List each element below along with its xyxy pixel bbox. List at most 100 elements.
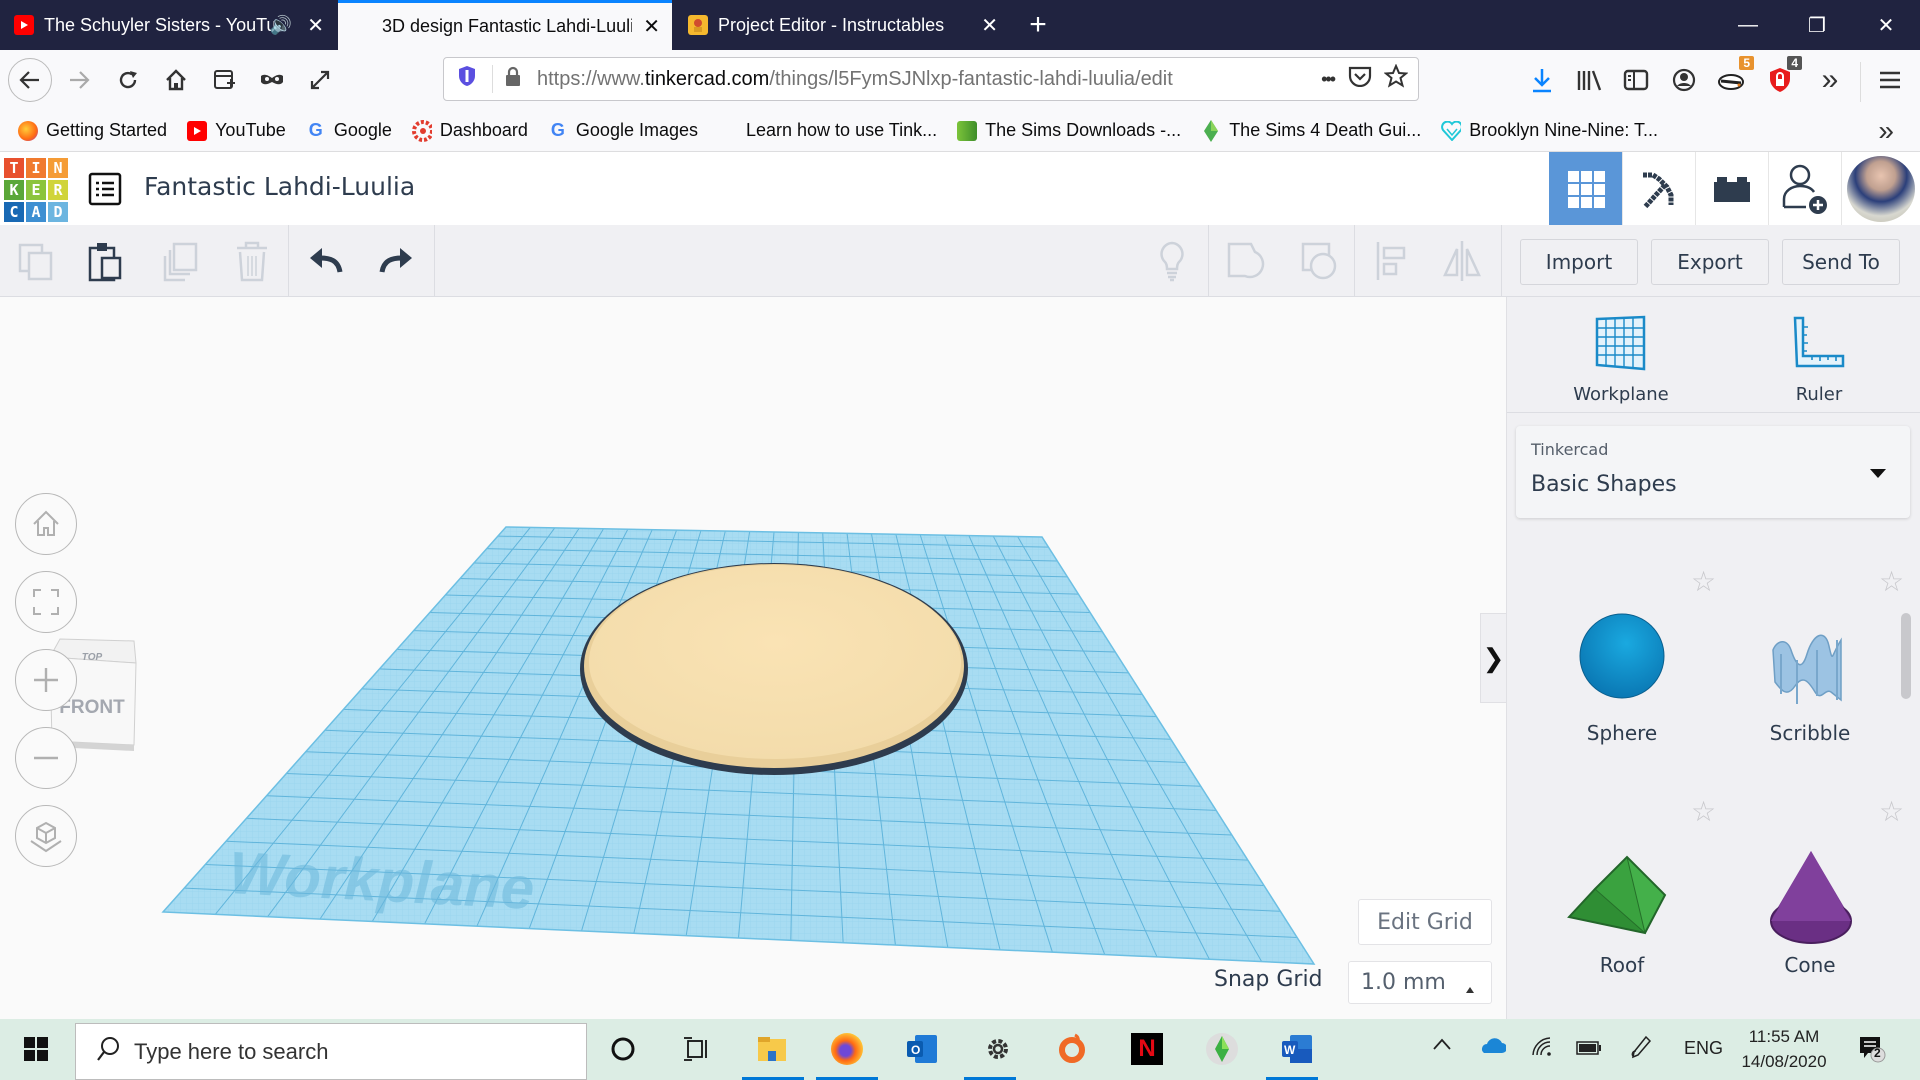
outlook-button[interactable]: O (902, 1029, 942, 1069)
3d-design-view-button[interactable] (1549, 152, 1622, 225)
close-window-button[interactable]: ✕ (1851, 0, 1920, 50)
settings-button[interactable] (978, 1029, 1018, 1069)
back-button[interactable] (8, 58, 52, 102)
speaker-icon[interactable]: 🔊 (270, 15, 292, 36)
favorite-star-icon[interactable]: ☆ (1879, 565, 1904, 598)
language-indicator[interactable]: ENG (1684, 1038, 1723, 1059)
panel-scrollbar[interactable] (1901, 613, 1911, 699)
design-list-button[interactable] (88, 172, 122, 206)
import-button[interactable]: Import (1520, 239, 1638, 285)
zoom-in-button[interactable] (15, 649, 77, 711)
user-avatar[interactable] (1841, 152, 1920, 225)
send-to-button[interactable]: Send To (1782, 239, 1900, 285)
cylinder-disc-object[interactable] (580, 563, 968, 775)
pocket-icon[interactable] (1348, 65, 1372, 93)
library-button[interactable] (1567, 58, 1611, 102)
task-view-button[interactable] (676, 1029, 716, 1069)
duplicate-button[interactable] (156, 237, 204, 285)
home-button[interactable] (154, 58, 198, 102)
redo-button[interactable] (372, 237, 420, 285)
downloads-button[interactable] (1520, 58, 1564, 102)
bookmark-star-icon[interactable] (1383, 63, 1409, 94)
word-button[interactable]: W (1277, 1029, 1317, 1069)
new-tab-button[interactable]: + (1010, 0, 1066, 50)
paste-button[interactable] (82, 237, 130, 285)
shape-scribble[interactable]: ☆ Scribble (1755, 566, 1915, 785)
export-button[interactable]: Export (1651, 239, 1769, 285)
origin-button[interactable] (1052, 1029, 1092, 1069)
home-view-button[interactable] (15, 493, 77, 555)
shape-roof[interactable]: ☆ Roof (1567, 796, 1727, 1015)
overflow-menu-button[interactable]: » (1808, 58, 1852, 102)
collapse-panel-button[interactable]: ❯ (1480, 613, 1506, 703)
perspective-toggle-button[interactable] (15, 805, 77, 867)
show-hidden-icons-button[interactable] (1432, 1035, 1452, 1056)
hamburger-menu-button[interactable] (1868, 58, 1912, 102)
wifi-icon[interactable] (1530, 1035, 1552, 1062)
battery-icon[interactable] (1576, 1039, 1602, 1060)
3d-viewport[interactable]: Workplane TOP FRONT ❯ Edit Grid Snap Gri… (0, 297, 1506, 1019)
bookmark-learn-tinkercad[interactable]: Learn how to use Tink... (718, 120, 937, 141)
shape-sphere[interactable]: ☆ Sphere (1567, 566, 1727, 785)
design-title[interactable]: Fantastic Lahdi-Luulia (144, 172, 415, 201)
minimize-button[interactable]: — (1713, 0, 1783, 50)
snap-grid-select[interactable]: 1.0 mm (1348, 961, 1492, 1004)
url-text[interactable]: https://www.tinkercad.com/things/l5FymSJ… (537, 68, 1173, 91)
workplane-scene[interactable]: Workplane (0, 297, 1506, 1019)
bookmark-google[interactable]: G Google (306, 120, 392, 141)
align-button[interactable] (1368, 237, 1416, 285)
favorite-star-icon[interactable]: ☆ (1691, 565, 1716, 598)
page-actions-button[interactable]: ••• (1321, 69, 1336, 90)
cortana-button[interactable] (603, 1029, 643, 1069)
firefox-taskbar-button[interactable] (827, 1029, 867, 1069)
close-tab-icon[interactable]: ✕ (643, 14, 660, 39)
restore-button[interactable]: ❐ (1782, 0, 1852, 50)
ublock-button[interactable]: 4 (1758, 56, 1802, 102)
private-browsing-button[interactable] (250, 58, 294, 102)
tinkercad-logo[interactable]: TINKERCAD (3, 157, 69, 223)
tab-tinkercad[interactable]: 3D design Fantastic Lahdi-Luuli ✕ (338, 0, 672, 50)
sidebar-button[interactable] (1614, 58, 1658, 102)
undo-button[interactable] (302, 237, 350, 285)
workplane-tool[interactable]: Workplane (1563, 315, 1679, 405)
mirror-button[interactable] (1438, 237, 1486, 285)
blocks-view-button[interactable] (1622, 152, 1695, 225)
favorite-star-icon[interactable]: ☆ (1691, 795, 1716, 828)
bookmarks-overflow-button[interactable]: » (1878, 115, 1894, 147)
fit-view-button[interactable] (15, 571, 77, 633)
close-tab-icon[interactable]: ✕ (307, 13, 324, 38)
bookmark-getting-started[interactable]: Getting Started (18, 120, 167, 141)
forward-button[interactable] (57, 58, 101, 102)
bookmark-brooklyn-nine-nine[interactable]: Brooklyn Nine-Nine: T... (1441, 120, 1658, 141)
notes-button[interactable] (1148, 237, 1196, 285)
onedrive-icon[interactable] (1478, 1037, 1507, 1060)
bookmark-sims4-death-guide[interactable]: The Sims 4 Death Gui... (1201, 119, 1421, 142)
reload-button[interactable] (106, 58, 150, 102)
taskbar-search-box[interactable]: Type here to search (75, 1023, 587, 1080)
copy-button[interactable] (12, 237, 60, 285)
new-container-tab-button[interactable] (202, 58, 246, 102)
bookmark-google-images[interactable]: G Google Images (548, 120, 698, 141)
close-tab-icon[interactable]: ✕ (981, 13, 998, 38)
sims-button[interactable] (1202, 1029, 1242, 1069)
invite-user-button[interactable] (1768, 152, 1841, 225)
ungroup-button[interactable] (1296, 237, 1344, 285)
start-button[interactable] (16, 1029, 56, 1069)
netflix-button[interactable]: N (1127, 1029, 1167, 1069)
shape-library-select[interactable]: Tinkercad Basic Shapes (1516, 426, 1910, 518)
action-center-button[interactable]: 2 (1858, 1035, 1886, 1068)
group-button[interactable] (1222, 237, 1270, 285)
favorite-star-icon[interactable]: ☆ (1879, 795, 1904, 828)
account-button[interactable] (1662, 58, 1706, 102)
shape-cone[interactable]: ☆ Cone (1755, 796, 1915, 1015)
fullscreen-button[interactable] (298, 58, 342, 102)
privacy-badger-button[interactable]: 5 (1710, 56, 1754, 102)
ruler-tool[interactable]: Ruler (1761, 315, 1877, 405)
bookmark-sims-downloads[interactable]: The Sims Downloads -... (957, 120, 1181, 141)
clock[interactable]: 11:55 AM 14/08/2020 (1736, 1024, 1832, 1074)
tab-instructables[interactable]: Project Editor - Instructables ✕ (674, 0, 1010, 50)
bricks-view-button[interactable] (1695, 152, 1768, 225)
url-bar[interactable]: https://www.tinkercad.com/things/l5FymSJ… (443, 57, 1419, 101)
delete-button[interactable] (228, 237, 276, 285)
bookmark-dashboard[interactable]: Dashboard (411, 119, 528, 142)
